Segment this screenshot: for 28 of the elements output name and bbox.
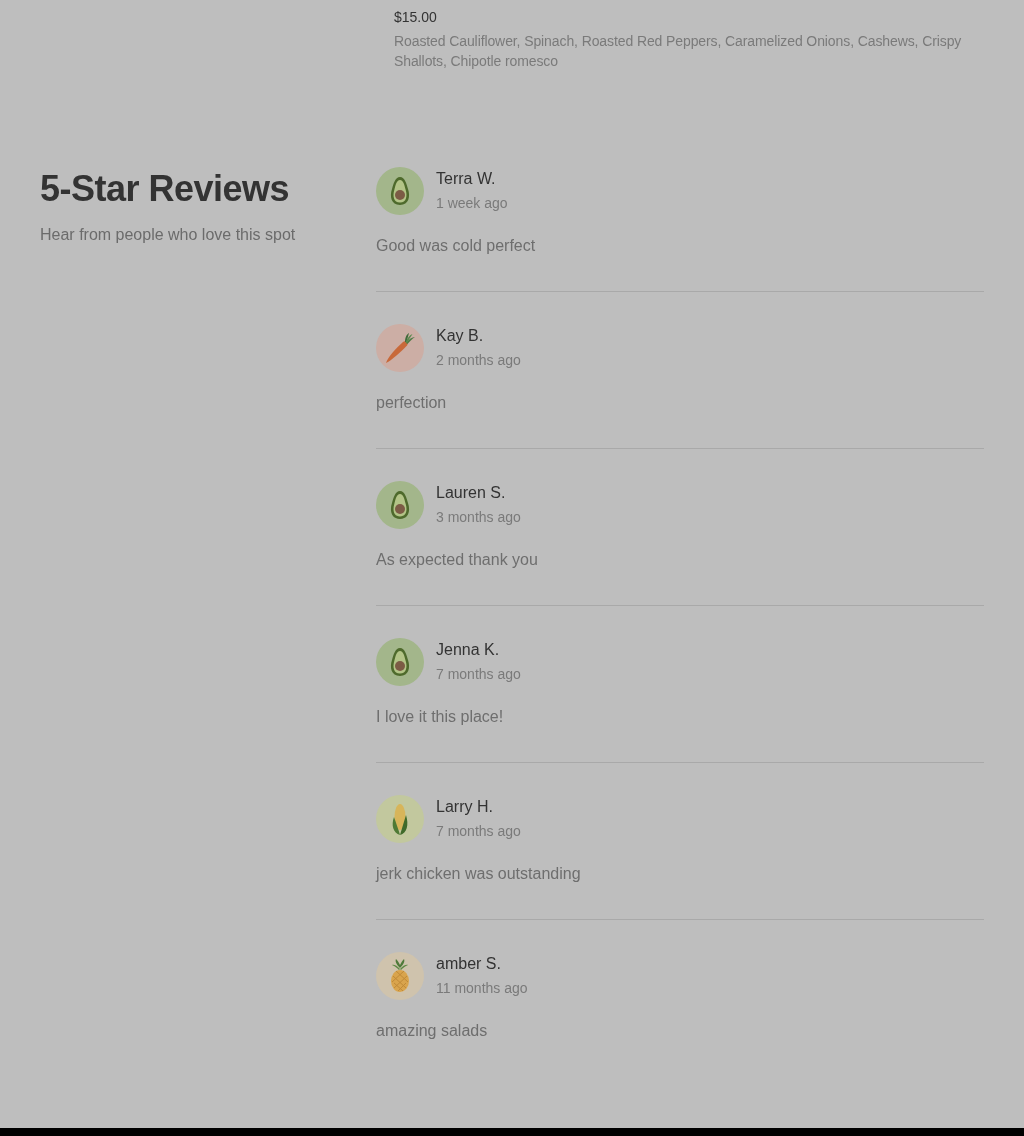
reviewer-name: Larry H. [436, 797, 494, 817]
reviewer-name: Jenna K. [436, 640, 501, 660]
item-price: $15.00 [394, 8, 438, 27]
review-text: amazing salads [376, 1021, 489, 1041]
review-time: 7 months ago [436, 822, 521, 841]
avocado-icon [376, 481, 424, 529]
review-time: 3 months ago [436, 508, 521, 527]
pineapple-icon [376, 952, 424, 1000]
avocado-icon [376, 167, 424, 215]
review-text: I love it this place! [376, 707, 505, 727]
section-subtitle: Hear from people who love this spot [40, 225, 297, 245]
review-text: jerk chicken was outstanding [376, 864, 582, 884]
reviewer-name: amber S. [436, 954, 502, 974]
review-text: As expected thank you [376, 550, 539, 570]
item-description: Roasted Cauliflower, Spinach, Roasted Red Peppers, Caramelized Onions, Cashews, Crispy Shallots, Chipotle romesco [394, 32, 963, 71]
review-time: 11 months ago [436, 979, 528, 998]
review-time: 1 week ago [436, 194, 508, 213]
reviewer-name: Lauren S. [436, 483, 507, 503]
review-time: 7 months ago [436, 665, 521, 684]
carrot-icon [376, 324, 424, 372]
reviewer-name: Terra W. [436, 169, 497, 189]
reviewer-name: Kay B. [436, 326, 485, 346]
corn-icon [376, 795, 424, 843]
section-title: 5-Star Reviews [40, 167, 291, 211]
review-time: 2 months ago [436, 351, 521, 370]
review-text: Good was cold perfect [376, 236, 537, 256]
avocado-icon [376, 638, 424, 686]
review-text: perfection [376, 393, 448, 413]
